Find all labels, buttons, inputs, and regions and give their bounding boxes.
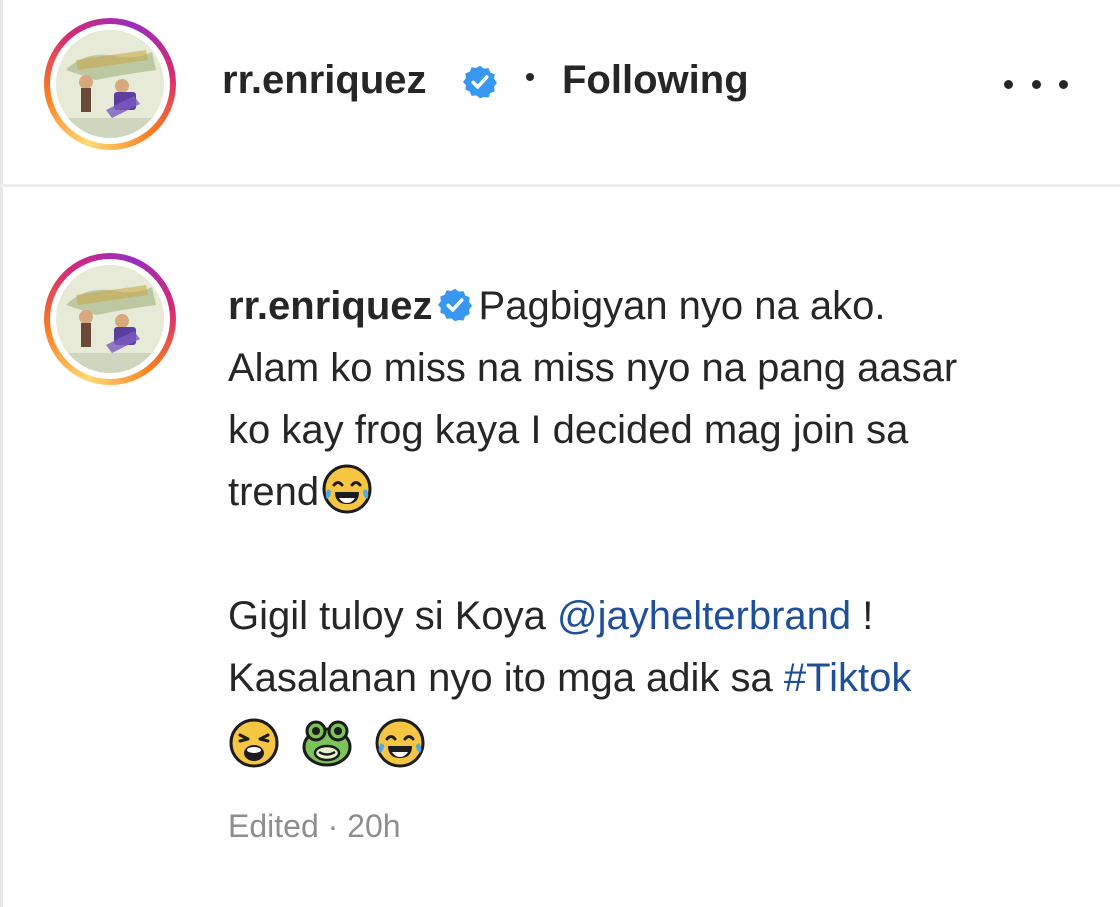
story-ring[interactable] [44,253,176,385]
emoji-row [228,709,1088,777]
following-button[interactable]: Following [562,58,749,103]
story-ring[interactable] [44,18,176,150]
caption-line-6: Kasalanan nyo ito mga adik sa [228,656,784,700]
caption-line-5: Gigil tuloy si Koya [228,594,558,638]
mention-link[interactable]: @jayhelterbrand [557,594,851,638]
caption-line: Kasalanan nyo ito mga adik sa #Tiktok [228,647,1088,709]
caption-line-5-end: ! [851,594,874,638]
caption-line-4: trend [228,470,320,514]
caption-line-3: ko kay frog kaya I decided mag join sa [228,408,909,452]
post-header: rr.enriquez Following [0,0,1120,187]
avatar[interactable] [56,30,164,138]
frog-face-emoji-icon [302,720,352,767]
tears-of-joy-emoji-icon [322,464,372,514]
avatar[interactable] [56,265,164,373]
more-options-icon[interactable] [1004,70,1068,98]
caption-text: rr.enriquez Pagbigyan nyo na ako. Alam ko… [228,275,1088,777]
separator-dot [526,73,534,81]
caption-line-2: Alam ko miss na miss nyo na pang aasar [228,346,958,390]
username-link[interactable]: rr.enriquez [222,58,427,103]
tears-of-joy-emoji-icon [375,718,425,768]
hashtag-link[interactable]: #Tiktok [784,656,911,700]
caption-username-link[interactable]: rr.enriquez [228,284,433,328]
caption-line: Gigil tuloy si Koya @jayhelterbrand ! [228,585,1088,647]
caption-line-1: Pagbigyan nyo na ako. [478,284,886,328]
caption-line: rr.enriquez Pagbigyan nyo na ako. [228,275,1088,337]
caption-line: trend [228,461,1088,523]
verified-badge-icon [437,288,472,322]
verified-badge-icon [462,65,498,99]
weary-face-emoji-icon [229,718,279,768]
edited-timestamp: Edited · 20h [228,808,401,844]
